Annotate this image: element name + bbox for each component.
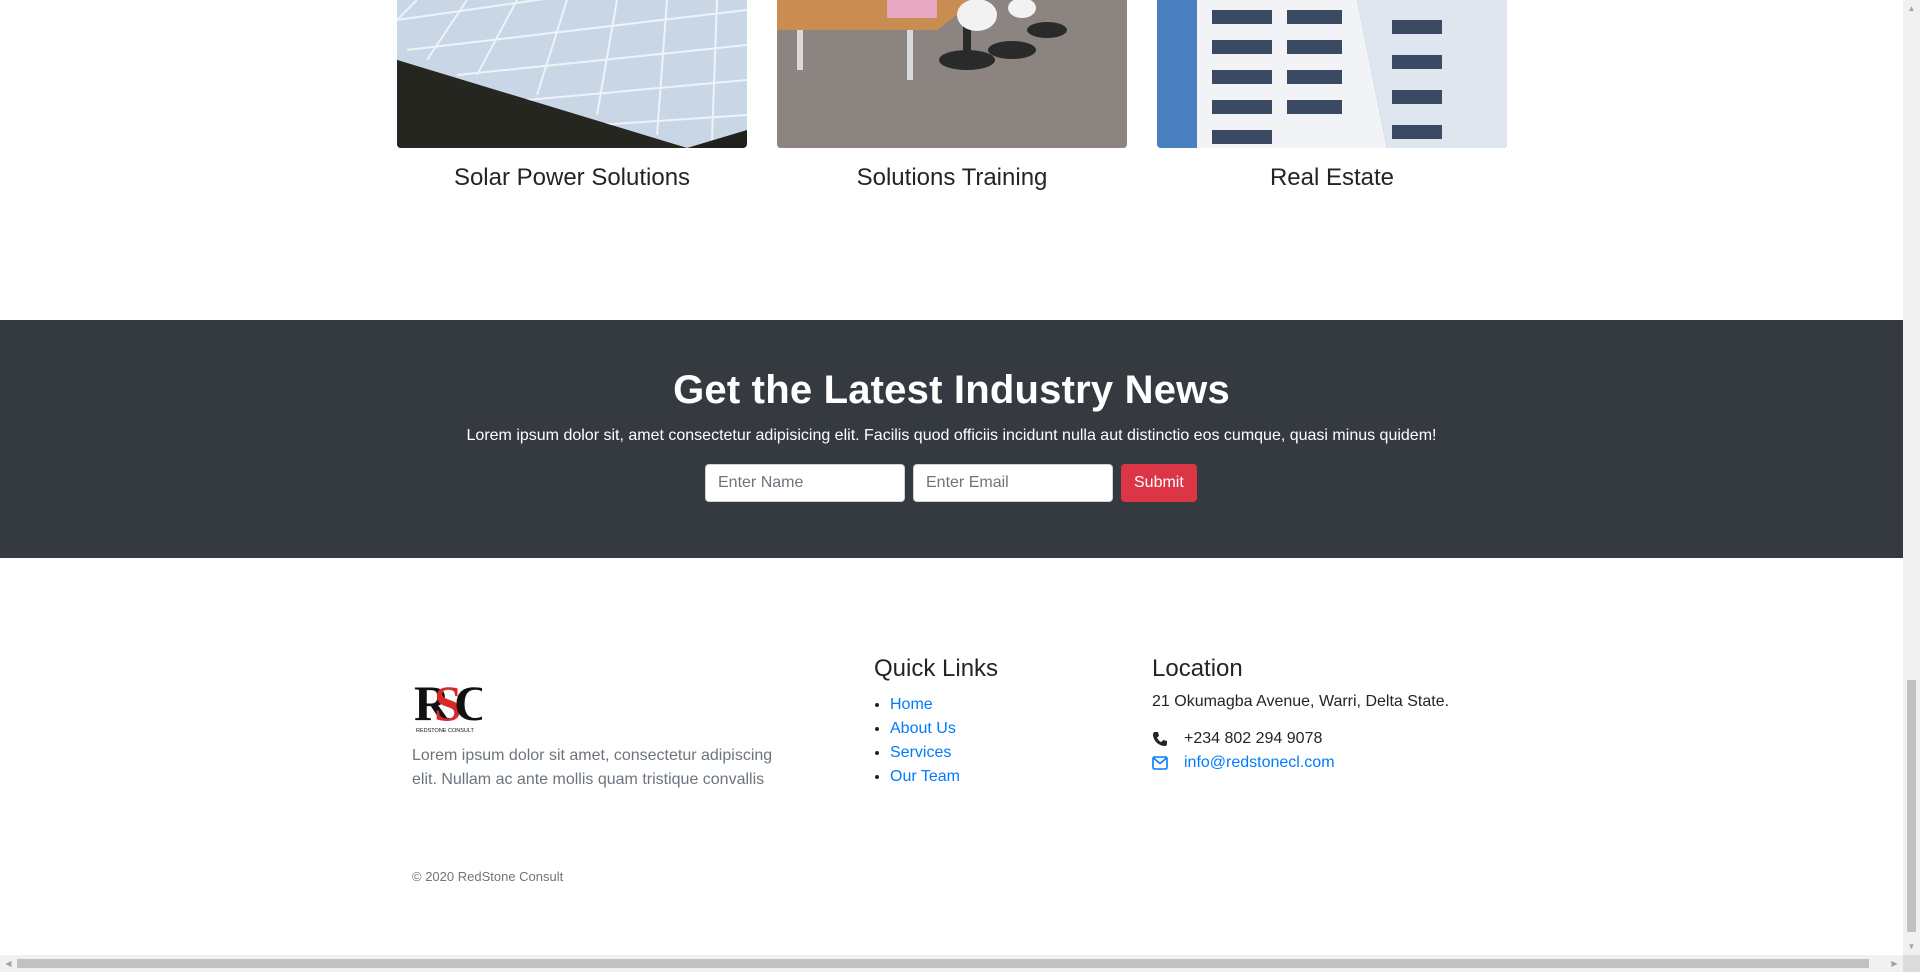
address-text: 21 Okumagba Avenue, Warri, Delta State. xyxy=(1152,693,1450,710)
service-card-training[interactable]: Solutions Training xyxy=(777,0,1127,191)
service-title: Solutions Training xyxy=(856,164,1048,191)
phone-line: +234 802 294 9078 xyxy=(1152,727,1449,751)
phone-icon xyxy=(1152,731,1176,747)
service-card-solar[interactable]: Solar Power Solutions xyxy=(397,0,747,191)
office-meeting-image xyxy=(777,0,1127,148)
footer-brand: R S C REDSTONE CONSULT Lorem ipsum dolor… xyxy=(412,670,792,792)
quick-links-list: Home About Us Services Our Team xyxy=(874,693,998,789)
envelope-icon xyxy=(1152,756,1176,770)
vertical-scroll-thumb[interactable] xyxy=(1907,680,1916,932)
email-input[interactable] xyxy=(913,464,1113,502)
scroll-up-arrow-icon[interactable]: ▲ xyxy=(1903,0,1920,17)
list-item: About Us xyxy=(890,717,998,741)
list-item: Our Team xyxy=(890,765,998,789)
scroll-left-arrow-icon[interactable]: ◀ xyxy=(0,955,17,972)
horizontal-scrollbar[interactable]: ◀ ▶ xyxy=(0,955,1903,972)
newsletter-description: Lorem ipsum dolor sit, amet consectetur … xyxy=(466,427,1437,444)
service-title: Real Estate xyxy=(1269,164,1395,191)
email-line: info@redstonecl.com xyxy=(1152,751,1449,775)
horizontal-scroll-thumb[interactable] xyxy=(17,959,1869,968)
solar-panels-image xyxy=(397,0,747,148)
scroll-right-arrow-icon[interactable]: ▶ xyxy=(1886,955,1903,972)
quick-links: Quick Links Home About Us Services Our T… xyxy=(874,655,998,789)
submit-button[interactable]: Submit xyxy=(1121,464,1197,502)
link-our-team[interactable]: Our Team xyxy=(890,768,960,785)
service-card-real-estate[interactable]: Real Estate xyxy=(1157,0,1507,191)
location-section: Location 21 Okumagba Avenue, Warri, Delt… xyxy=(1152,655,1449,775)
copyright-text: © 2020 RedStone Consult xyxy=(412,869,564,884)
vertical-scrollbar[interactable]: ▲ ▼ xyxy=(1903,0,1920,955)
footer-about-text: Lorem ipsum dolor sit amet, consectetur … xyxy=(412,747,773,788)
service-title: Solar Power Solutions xyxy=(453,164,691,191)
page: Solar Power Solutions Solutions Training… xyxy=(0,0,1903,955)
quick-links-heading: Quick Links xyxy=(874,655,999,682)
phone-number: +234 802 294 9078 xyxy=(1184,730,1323,747)
link-services[interactable]: Services xyxy=(890,744,951,761)
scroll-down-arrow-icon[interactable]: ▼ xyxy=(1903,938,1920,955)
company-logo[interactable]: R S C REDSTONE CONSULT xyxy=(412,670,490,736)
modern-building-image xyxy=(1157,0,1507,148)
svg-text:REDSTONE CONSULT: REDSTONE CONSULT xyxy=(416,728,475,734)
svg-text:C: C xyxy=(454,675,482,731)
newsletter-form: Submit xyxy=(705,464,1197,502)
location-heading: Location xyxy=(1152,655,1243,682)
scrollbar-corner xyxy=(1903,955,1920,972)
email-link[interactable]: info@redstonecl.com xyxy=(1184,751,1335,775)
list-item: Home xyxy=(890,693,998,717)
link-home[interactable]: Home xyxy=(890,696,933,713)
newsletter-heading: Get the Latest Industry News xyxy=(673,368,1230,412)
list-item: Services xyxy=(890,741,998,765)
name-input[interactable] xyxy=(705,464,905,502)
link-about-us[interactable]: About Us xyxy=(890,720,956,737)
newsletter-section: Get the Latest Industry News Lorem ipsum… xyxy=(0,320,1903,558)
